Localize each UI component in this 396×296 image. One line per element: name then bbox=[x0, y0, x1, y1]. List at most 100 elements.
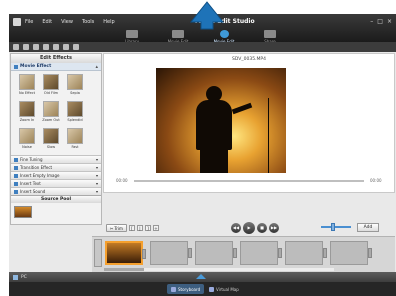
storyboard-clip-empty[interactable] bbox=[195, 241, 237, 265]
effect-thumbnail bbox=[67, 101, 83, 117]
toolbar bbox=[9, 42, 396, 52]
effect-fast[interactable]: Fast bbox=[65, 128, 85, 152]
stop-icon[interactable]: ■ bbox=[257, 223, 267, 233]
expand-icon[interactable]: ▾ bbox=[96, 189, 98, 194]
rewind-icon[interactable]: ◀◀ bbox=[231, 223, 241, 233]
time-end: 00:00 bbox=[370, 178, 382, 183]
menu-help[interactable]: Help bbox=[103, 19, 114, 25]
menu-edit[interactable]: Edit bbox=[42, 19, 52, 25]
menu-file[interactable]: File bbox=[25, 19, 33, 25]
trim-button[interactable]: ✂ Trim bbox=[106, 224, 127, 232]
expand-icon[interactable]: ▾ bbox=[96, 165, 98, 170]
new-icon[interactable] bbox=[13, 44, 19, 50]
panel-title: Edit Effects bbox=[11, 54, 101, 63]
storyboard bbox=[92, 236, 395, 272]
storyboard-clip-empty[interactable] bbox=[150, 241, 192, 265]
scrub-track[interactable] bbox=[134, 180, 364, 182]
section-movie-effect[interactable]: Movie Effect ▴ bbox=[11, 63, 101, 71]
effect-no-effect[interactable]: No Effect bbox=[17, 74, 37, 98]
expand-icon[interactable]: ▾ bbox=[96, 157, 98, 162]
app-window: File Edit View Tools Help Movie Edit Stu… bbox=[9, 14, 396, 296]
silhouette-body bbox=[196, 100, 232, 150]
effect-slow[interactable]: Slow bbox=[41, 128, 61, 152]
effect-thumbnail bbox=[43, 101, 59, 117]
zoom-slider-knob[interactable] bbox=[331, 223, 335, 231]
empty-image-icon bbox=[14, 173, 18, 178]
globe-icon bbox=[264, 30, 276, 38]
golf-club bbox=[268, 98, 269, 173]
preview-filename: SDV_0035.MP4 bbox=[232, 57, 266, 62]
bottom-tab-bar: Storyboard Virtual Map bbox=[9, 282, 396, 296]
effect-noise[interactable]: Noise bbox=[17, 128, 37, 152]
delete-icon[interactable] bbox=[73, 44, 79, 50]
section-insert-empty-image[interactable]: Insert Empty Image ▾ bbox=[11, 171, 101, 179]
preview-area: SDV_0035.MP4 00:00 00:00 bbox=[103, 53, 395, 193]
silhouette-arm bbox=[231, 102, 253, 115]
section-transition-effect[interactable]: Transition Effect ▾ bbox=[11, 163, 101, 171]
open-icon[interactable] bbox=[23, 44, 29, 50]
effect-old-film[interactable]: Old Film bbox=[41, 74, 61, 98]
window-controls: – □ × bbox=[370, 18, 392, 25]
expand-icon[interactable]: ▾ bbox=[96, 181, 98, 186]
effect-zoom-out[interactable]: Zoom Out bbox=[41, 101, 61, 125]
pc-icon bbox=[13, 274, 18, 280]
trim-icon: ✂ bbox=[110, 225, 114, 231]
cut-mid-icon[interactable]: | bbox=[136, 225, 143, 231]
text-icon bbox=[14, 181, 18, 186]
menu-view[interactable]: View bbox=[61, 19, 73, 25]
section-insert-text[interactable]: Insert Text ▾ bbox=[11, 179, 101, 187]
cut-start-icon[interactable]: [ bbox=[128, 225, 135, 231]
transition-slot[interactable] bbox=[233, 248, 237, 258]
zoom-slider[interactable] bbox=[321, 226, 351, 228]
storyboard-side-tool[interactable] bbox=[94, 239, 102, 267]
tab-storyboard[interactable]: Storyboard bbox=[167, 284, 205, 294]
storyboard-scrollbar[interactable] bbox=[104, 268, 334, 271]
app-logo-icon bbox=[13, 18, 21, 26]
section-fine-tuning[interactable]: Fine Tuning ▾ bbox=[11, 155, 101, 163]
transition-slot[interactable] bbox=[142, 249, 146, 259]
transition-slot[interactable] bbox=[188, 248, 192, 258]
preview-scrubber[interactable]: 00:00 00:00 bbox=[116, 178, 386, 184]
maximize-icon[interactable]: □ bbox=[377, 18, 383, 25]
storyboard-clip-empty[interactable] bbox=[240, 241, 282, 265]
undo-icon[interactable] bbox=[53, 44, 59, 50]
redo-icon[interactable] bbox=[63, 44, 69, 50]
effect-zoom-in[interactable]: Zoom In bbox=[17, 101, 37, 125]
minimize-icon[interactable]: – bbox=[370, 18, 373, 25]
video-preview[interactable] bbox=[156, 68, 286, 173]
transition-slot[interactable] bbox=[278, 248, 282, 258]
silhouette-legs bbox=[200, 148, 228, 173]
save-icon[interactable] bbox=[33, 44, 39, 50]
source-clip-thumbnail[interactable] bbox=[14, 206, 32, 218]
play-icon[interactable]: ▶ bbox=[243, 222, 255, 234]
source-pool-title: Source Pool bbox=[11, 195, 101, 203]
effect-thumbnail bbox=[19, 128, 35, 144]
storyboard-clip-active[interactable] bbox=[105, 241, 146, 265]
cut-end-icon[interactable]: ] bbox=[144, 225, 151, 231]
split-icon[interactable]: ÷ bbox=[152, 225, 159, 231]
scrollbar-thumb[interactable] bbox=[104, 268, 144, 271]
transition-slot[interactable] bbox=[323, 248, 327, 258]
expand-panel-icon[interactable] bbox=[196, 274, 206, 279]
tab-virtual-map[interactable]: Virtual Map bbox=[205, 284, 243, 294]
storyboard-clip-empty[interactable] bbox=[330, 241, 372, 265]
menu-tools[interactable]: Tools bbox=[82, 19, 94, 25]
effect-sepia[interactable]: Sepia bbox=[65, 74, 85, 98]
effect-thumbnail bbox=[19, 101, 35, 117]
map-icon bbox=[209, 286, 214, 292]
export-icon[interactable] bbox=[43, 44, 49, 50]
effect-splendid[interactable]: Splendid bbox=[65, 101, 85, 125]
add-button[interactable]: Add bbox=[357, 223, 379, 232]
effect-thumbnail bbox=[67, 128, 83, 144]
collapse-icon[interactable]: ▴ bbox=[95, 64, 98, 70]
forward-icon[interactable]: ▶▶ bbox=[269, 223, 279, 233]
close-icon[interactable]: × bbox=[387, 18, 392, 25]
expand-icon[interactable]: ▾ bbox=[96, 173, 98, 178]
effects-grid: No Effect Old Film Sepia Zoom In Zoom Ou… bbox=[11, 71, 101, 155]
effect-thumbnail bbox=[43, 128, 59, 144]
transition-slot[interactable] bbox=[368, 248, 372, 258]
storyboard-clip-empty[interactable] bbox=[285, 241, 327, 265]
section-insert-sound[interactable]: Insert Sound ▾ bbox=[11, 187, 101, 195]
sound-icon bbox=[14, 189, 18, 194]
transition-icon bbox=[14, 165, 18, 170]
